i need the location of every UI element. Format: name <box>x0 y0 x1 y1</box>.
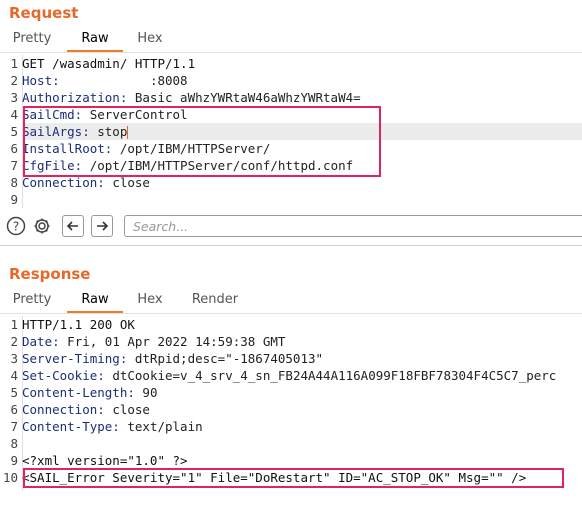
line-number: 3 <box>10 351 18 366</box>
header-name: Authorization: <box>22 90 128 105</box>
request-toolbar: ? <box>0 212 582 240</box>
tab-request-hex[interactable]: Hex <box>128 28 172 52</box>
header-name: Date: <box>22 334 60 349</box>
response-title: Response <box>9 265 91 283</box>
header-value: dtRpid;desc="-1867405013" <box>127 351 324 366</box>
tab-request-pretty[interactable]: Pretty <box>6 28 58 52</box>
response-line: 8 <box>0 435 22 452</box>
line-number: 5 <box>10 124 18 139</box>
header-value: text/plain <box>119 419 203 434</box>
line-number: 4 <box>10 107 18 122</box>
svg-text:?: ? <box>13 220 19 234</box>
header-value: close <box>104 175 150 190</box>
request-editor[interactable]: 1 GET /wasadmin/ HTTP/1.1 2 Host: :8008 3A… <box>0 55 582 208</box>
request-tabs: Pretty Raw Hex <box>0 28 582 52</box>
header-value: :8008 <box>59 73 188 88</box>
line-number: 8 <box>10 175 18 190</box>
tab-response-raw[interactable]: Raw <box>67 289 123 313</box>
header-name: Server-Timing: <box>22 351 128 366</box>
response-line: 6 Connection: close <box>0 401 150 418</box>
line-number: 1 <box>10 56 18 71</box>
request-line: 3 Authorization: Basic aWhzYWRtaW46aWhzYW… <box>0 89 361 106</box>
header-value: dtCookie=v_4_srv_4_sn_FB24A44A116A099F18… <box>104 368 557 383</box>
response-line: 1 HTTP/1.1 200 OK <box>0 316 135 333</box>
line-number: 2 <box>10 73 18 88</box>
header-name: Connection: <box>22 175 105 190</box>
line-number: 4 <box>10 368 18 383</box>
response-line: 4 Set-Cookie: dtCookie=v_4_srv_4_sn_FB24A… <box>0 367 556 384</box>
line-number: 7 <box>10 158 18 173</box>
line-number: 6 <box>10 141 18 156</box>
request-title: Request <box>9 4 79 22</box>
request-line-text: GET /wasadmin/ HTTP/1.1 <box>22 56 196 71</box>
response-line: 3 Server-Timing: dtRpid;desc="-1867405013… <box>0 350 323 367</box>
response-line-text: HTTP/1.1 200 OK <box>22 317 135 332</box>
header-name: Connection: <box>22 402 105 417</box>
header-name: Content-Length: <box>22 385 135 400</box>
highlight-box <box>23 468 564 488</box>
header-value: close <box>104 402 150 417</box>
line-number: 3 <box>10 90 18 105</box>
tabs-divider <box>0 52 582 53</box>
response-tabs: Pretty Raw Hex Render <box>0 289 582 313</box>
line-number: 8 <box>10 436 18 451</box>
header-name: Set-Cookie: <box>22 368 105 383</box>
line-number: 7 <box>10 419 18 434</box>
line-number: 5 <box>10 385 18 400</box>
settings-gear-icon[interactable] <box>31 215 53 237</box>
line-number: 9 <box>10 192 18 207</box>
request-line: 2 Host: :8008 <box>0 72 188 89</box>
header-name: Host: <box>22 73 60 88</box>
line-number: 6 <box>10 402 18 417</box>
response-line: 7 Content-Type: text/plain <box>0 418 203 435</box>
line-number: 10 <box>2 470 18 485</box>
response-line: 5 Content-Length: 90 <box>0 384 157 401</box>
response-line: 2 Date: Fri, 01 Apr 2022 14:59:38 GMT <box>0 333 285 350</box>
panel-separator <box>0 245 582 246</box>
help-icon[interactable]: ? <box>5 215 27 237</box>
tab-request-raw[interactable]: Raw <box>67 28 123 52</box>
header-value: Basic aWhzYWRtaW46aWhzYWRtaW4= <box>127 90 361 105</box>
highlight-box <box>23 106 381 177</box>
back-arrow-icon[interactable] <box>62 215 84 237</box>
line-number: 2 <box>10 334 18 349</box>
response-line-text: <?xml version="1.0" ?> <box>22 453 188 468</box>
forward-arrow-icon[interactable] <box>91 215 113 237</box>
header-value: Fri, 01 Apr 2022 14:59:38 GMT <box>59 334 286 349</box>
response-line: 9 <?xml version="1.0" ?> <box>0 452 188 469</box>
tab-response-hex[interactable]: Hex <box>128 289 172 313</box>
header-name: Content-Type: <box>22 419 120 434</box>
header-value: 90 <box>134 385 158 400</box>
tab-response-render[interactable]: Render <box>183 289 247 313</box>
response-editor[interactable]: 1 HTTP/1.1 200 OK 2 Date: Fri, 01 Apr 2022… <box>0 316 582 491</box>
request-line: 9 <box>0 191 22 208</box>
search-input[interactable] <box>124 215 582 237</box>
request-line: 1 GET /wasadmin/ HTTP/1.1 <box>0 55 195 72</box>
tabs-divider <box>0 313 582 314</box>
line-number: 1 <box>10 317 18 332</box>
tab-response-pretty[interactable]: Pretty <box>6 289 58 313</box>
line-number: 9 <box>10 453 18 468</box>
